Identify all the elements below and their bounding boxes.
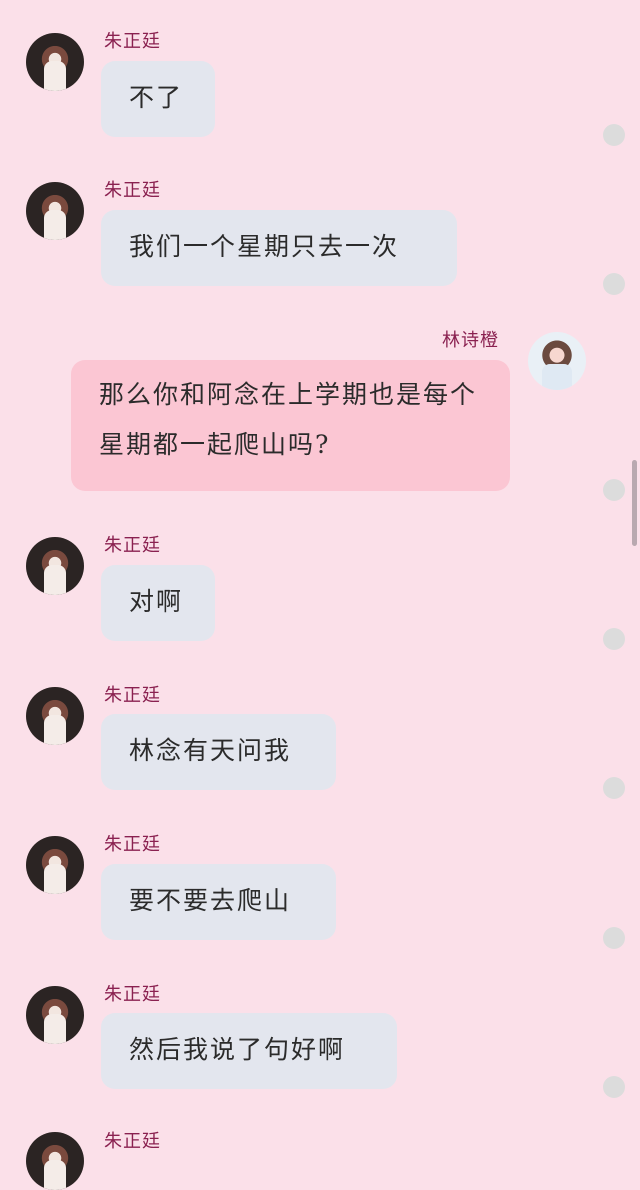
message-status-icon	[603, 1076, 625, 1098]
sender-name: 朱正廷	[104, 180, 161, 201]
message-bubble[interactable]: 我们一个星期只去一次	[101, 210, 457, 286]
sender-avatar[interactable]	[26, 33, 84, 91]
message-bubble[interactable]: 林念有天问我	[101, 714, 336, 790]
message-status-icon	[603, 777, 625, 799]
message-status-icon	[603, 479, 625, 501]
message-status-icon	[603, 273, 625, 295]
sender-name: 朱正廷	[104, 1131, 161, 1152]
sender-name: 朱正廷	[104, 31, 161, 52]
message-bubble-sent[interactable]: 那么你和阿念在上学期也是每个星期都一起爬山吗?	[71, 360, 510, 491]
scrollbar[interactable]	[632, 460, 637, 546]
message-bubble[interactable]: 要不要去爬山	[101, 864, 336, 940]
message-bubble[interactable]: 不了	[101, 61, 215, 137]
my-avatar[interactable]	[528, 332, 586, 390]
sender-name: 朱正廷	[104, 834, 161, 855]
message-status-icon	[603, 927, 625, 949]
sender-avatar[interactable]	[26, 537, 84, 595]
sender-name: 林诗橙	[442, 330, 499, 351]
message-status-icon	[603, 124, 625, 146]
message-bubble[interactable]: 然后我说了句好啊	[101, 1013, 397, 1089]
sender-avatar[interactable]	[26, 182, 84, 240]
sender-name: 朱正廷	[104, 984, 161, 1005]
message-bubble[interactable]: 对啊	[101, 565, 215, 641]
sender-avatar[interactable]	[26, 836, 84, 894]
message-status-icon	[603, 628, 625, 650]
sender-avatar[interactable]	[26, 687, 84, 745]
sender-name: 朱正廷	[104, 685, 161, 706]
sender-name: 朱正廷	[104, 535, 161, 556]
sender-avatar[interactable]	[26, 1132, 84, 1190]
sender-avatar[interactable]	[26, 986, 84, 1044]
